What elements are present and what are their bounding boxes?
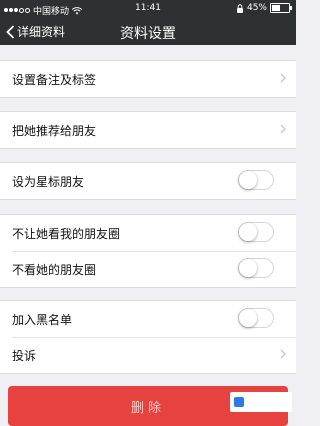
row-hide-her-moments-label: 不看她的朋友圈 [12, 262, 97, 277]
row-hide-my-moments-label: 不让她看我的朋友圈 [12, 226, 121, 241]
row-blacklist-label: 加入黑名单 [12, 312, 73, 327]
nav-bar: 详细资料 资料设置 [0, 18, 296, 45]
back-button[interactable]: 详细资料 [6, 23, 65, 40]
row-star: 设为星标朋友 [0, 163, 296, 199]
row-remark[interactable]: 设置备注及标签 [0, 61, 296, 97]
blacklist-toggle[interactable] [238, 308, 274, 328]
chevron-right-icon [280, 349, 286, 359]
toggle-knob [239, 171, 257, 189]
row-remark-label: 设置备注及标签 [12, 72, 97, 87]
watermark-badge [230, 392, 292, 412]
star-toggle[interactable] [238, 170, 274, 190]
row-hide-my-moments: 不让她看我的朋友圈 [0, 215, 296, 251]
chevron-right-icon [280, 73, 286, 83]
toggle-knob [239, 223, 257, 241]
row-recommend[interactable]: 把她推荐给朋友 [0, 112, 296, 148]
row-report[interactable]: 投诉 [0, 337, 296, 373]
toggle-knob [239, 259, 257, 277]
row-star-label: 设为星标朋友 [12, 174, 85, 189]
hide-my-moments-toggle[interactable] [238, 222, 274, 242]
battery-icon [270, 3, 292, 13]
group-star: 设为星标朋友 [0, 162, 296, 200]
row-blacklist: 加入黑名单 [0, 301, 296, 337]
group-recommend: 把她推荐给朋友 [0, 111, 296, 149]
back-chevron-icon [6, 24, 15, 39]
status-bar: 中国移动 11:41 45% [0, 0, 296, 18]
status-right: 45% [236, 3, 292, 13]
back-label: 详细资料 [17, 25, 66, 39]
hide-her-moments-toggle[interactable] [238, 258, 274, 278]
lock-icon [236, 3, 243, 13]
battery-percent: 45% [246, 3, 267, 13]
watermark-logo-icon [234, 397, 244, 407]
group-moments: 不让她看我的朋友圈 不看她的朋友圈 [0, 214, 296, 288]
group-remark: 设置备注及标签 [0, 60, 296, 98]
toggle-knob [239, 309, 257, 327]
row-hide-her-moments: 不看她的朋友圈 [0, 251, 296, 287]
group-blacklist: 加入黑名单 投诉 [0, 300, 296, 374]
row-report-label: 投诉 [12, 348, 37, 363]
row-recommend-label: 把她推荐给朋友 [12, 123, 97, 138]
chevron-right-icon [280, 124, 286, 134]
